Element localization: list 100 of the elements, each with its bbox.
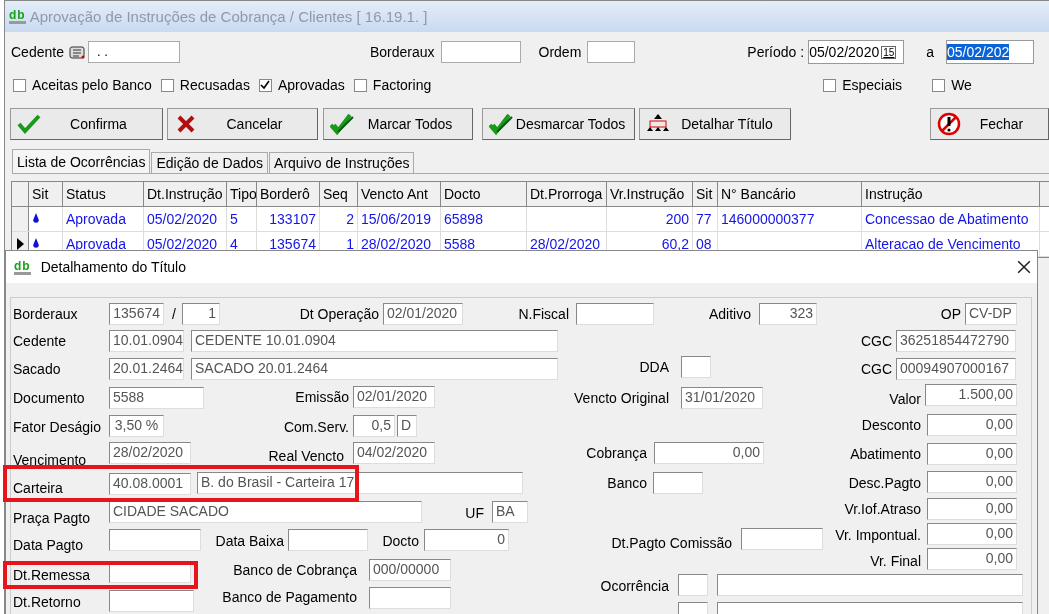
input-field[interactable] [741,528,823,550]
range-separator: a [926,44,934,60]
input-field[interactable]: 0,00 [927,471,1017,493]
column-header[interactable]: Sit [29,182,63,206]
input-field[interactable]: 1 [182,303,220,325]
input-field[interactable]: 5588 [109,387,204,409]
filter-checkbox[interactable]: Aceitas pelo Banco [13,77,152,93]
filter-checkbox[interactable]: Aprovadas [258,77,345,93]
input-field[interactable]: 31/01/2020 [681,387,763,409]
toolbar-button[interactable]: Detalhar Título [639,108,791,140]
toolbar-button[interactable]: Marcar Todos [323,108,473,140]
input-field[interactable]: 0,00 [927,443,1017,465]
double-checkmark-icon [330,112,354,136]
checkmark-icon [17,112,41,136]
input-field[interactable]: CIDADE SACADO [109,501,422,523]
filter-checkbox[interactable]: Factoring [353,77,432,93]
input-field[interactable] [653,472,703,494]
field-label: Aditivo [708,306,751,322]
column-header[interactable]: Seq [320,182,358,206]
column-header[interactable]: Instrução [862,182,1040,206]
field-label: Vr.Iof.Atraso [844,501,921,517]
input-field[interactable]: 323 [759,303,817,325]
input-field[interactable]: CV-DP [965,303,1017,325]
field-label: Vencto Original [574,390,669,406]
input-field[interactable]: 00094907000167 [896,358,1016,380]
table-cell: 77 [693,207,718,231]
field-label: Data Pagto [13,537,84,553]
table-cell: 200 [607,207,693,231]
column-header[interactable]: N° Bancário [718,182,862,206]
column-header[interactable]: Borderô [257,182,320,206]
toolbar-button[interactable]: Cancelar [167,108,318,140]
date-field[interactable]: 05/02/202 [945,40,1034,64]
column-header[interactable]: Sit [693,182,718,206]
input-field[interactable]: 02/01/2020 [383,303,463,325]
column-header[interactable]: Vencto Ant [358,182,441,206]
input-field[interactable] [288,529,368,551]
tab[interactable]: Lista de Ocorrências [12,149,151,173]
input-field[interactable]: B. do Brasil - Carteira 17 [197,472,523,494]
input-field[interactable]: BA [492,501,528,523]
field-label: Abatimento [850,446,921,462]
field-label: Com.Serv. [283,419,349,435]
column-header[interactable]: Dt.Instrução [144,182,227,206]
input-field[interactable] [717,574,1023,596]
field-label: Fator Deságio [13,419,101,435]
table-cell: 146000000377 [718,207,862,231]
input-field[interactable]: 3,50 % [109,415,164,437]
input-field[interactable]: 02/01/2020 [353,386,435,408]
input-field[interactable]: 135674 [109,303,164,325]
lookup-icon[interactable] [67,43,86,61]
calendar-button[interactable]: 15 [881,45,897,59]
input-field[interactable]: 0,5 [353,415,395,437]
input-field[interactable]: 28/02/2020 [109,442,191,464]
field-label: Dt.Remessa [13,567,91,583]
cedente-field[interactable]: . . [87,41,180,63]
input-field[interactable] [681,356,711,378]
field-label: Desc.Pagto [848,475,921,491]
dialog-title: Detalhamento do Título [40,259,186,275]
input-field[interactable]: 36251854472790 [896,330,1016,352]
toolbar-button[interactable]: Desmarcar Todos [482,108,635,140]
column-header[interactable]: Tipo [227,182,257,206]
close-icon[interactable] [1017,260,1031,274]
column-header[interactable]: Dt.Prorroga [527,182,607,206]
toolbar-button[interactable]: Confirma [10,108,163,140]
input-field[interactable] [369,587,451,609]
field-label: OP [940,306,961,322]
input-field[interactable]: CEDENTE 10.01.0904 [191,330,558,352]
field-label: CGC [860,333,892,349]
borderaux-field[interactable] [440,41,521,63]
input-field[interactable] [576,303,654,325]
date-field[interactable]: 05/02/2020 15 [808,40,905,64]
ordem-field[interactable] [587,41,636,63]
cedente-label: Cedente [11,44,64,60]
input-field[interactable]: 1.500,00 [925,384,1017,406]
input-field[interactable]: 10.01.0904 [109,330,184,352]
input-field[interactable]: 20.01.2464 [109,358,184,380]
filter-checkbox[interactable]: We [932,77,972,93]
input-field[interactable]: SACADO 20.01.2464 [191,358,558,380]
column-header[interactable]: Status [63,182,144,206]
column-header[interactable]: Vr.Instrução [607,182,693,206]
filter-checkbox[interactable]: Especiais [823,77,903,93]
input-field[interactable]: 0 [424,529,509,551]
input-field[interactable]: 0,00 [927,523,1017,545]
tab[interactable]: Arquivo de Instruções [269,152,415,173]
input-field[interactable]: D [397,415,417,437]
column-header[interactable]: Docto [441,182,527,206]
input-field[interactable] [109,590,194,612]
input-field[interactable]: 0,00 [927,414,1017,436]
tab[interactable]: Edição de Dados [151,152,269,173]
field-label: Vencimento [13,452,87,468]
input-field[interactable]: 0,00 [927,498,1017,520]
toolbar-button[interactable]: Fechar [930,108,1049,140]
filter-checkbox[interactable]: Recusadas [160,77,250,93]
input-field[interactable] [109,529,201,551]
input-field[interactable]: 0,00 [927,548,1017,570]
input-field[interactable]: 40.08.0001 [109,473,191,495]
input-field[interactable]: 000/00000 [369,559,451,581]
input-field[interactable]: 0,00 [654,442,764,464]
field-label: CGC [860,361,892,377]
input-field[interactable]: 04/02/2020 [353,442,435,464]
input-field[interactable] [678,574,708,596]
